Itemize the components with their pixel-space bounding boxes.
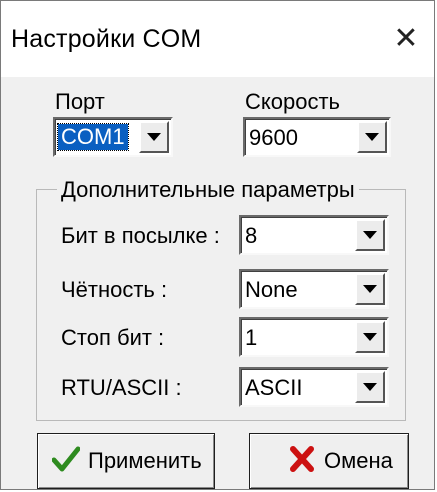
stopbits-value: 1 (245, 325, 258, 350)
chevron-down-icon (363, 383, 377, 391)
bits-label: Бит в посылке : (61, 223, 220, 248)
stopbits-label: Стоп бит : (61, 325, 165, 350)
port-label: Порт (55, 89, 105, 114)
parity-dropdown-button[interactable] (355, 273, 385, 305)
chevron-down-icon (363, 333, 377, 341)
title-bar: Настройки COM ✕ (1, 1, 434, 77)
cancel-label: Омена (324, 448, 393, 473)
bits-select[interactable]: 8 (239, 215, 389, 255)
parity-select[interactable]: None (239, 269, 389, 309)
apply-button[interactable]: Применить (37, 433, 215, 489)
speed-dropdown-button[interactable] (357, 121, 387, 153)
stopbits-dropdown-button[interactable] (355, 321, 385, 353)
port-value: COM1 (57, 123, 129, 151)
chevron-down-icon (147, 133, 161, 141)
port-dropdown-button[interactable] (139, 121, 169, 153)
mode-value: ASCII (245, 375, 303, 400)
checkmark-icon (51, 446, 81, 477)
chevron-down-icon (363, 231, 377, 239)
window-title: Настройки COM (11, 25, 202, 53)
apply-label: Применить (88, 448, 202, 473)
port-select[interactable]: COM1 (53, 117, 173, 157)
cancel-button[interactable]: Омена (249, 433, 409, 489)
cross-icon (290, 446, 314, 477)
chevron-down-icon (365, 133, 379, 141)
mode-dropdown-button[interactable] (355, 371, 385, 403)
parity-label: Чётность : (61, 277, 168, 302)
chevron-down-icon (363, 285, 377, 293)
bits-dropdown-button[interactable] (355, 219, 385, 251)
group-title: Дополнительные параметры (57, 177, 359, 203)
stopbits-select[interactable]: 1 (239, 317, 389, 357)
close-icon[interactable]: ✕ (390, 23, 422, 55)
speed-label: Скорость (245, 89, 341, 114)
com-settings-dialog: Настройки COM ✕ Порт COM1 Скорость 9600 … (0, 0, 435, 490)
mode-label: RTU/ASCII : (61, 375, 182, 400)
mode-select[interactable]: ASCII (239, 367, 389, 407)
bits-value: 8 (245, 223, 258, 248)
speed-select[interactable]: 9600 (243, 117, 391, 157)
speed-value: 9600 (249, 125, 298, 150)
parity-value: None (245, 277, 298, 302)
